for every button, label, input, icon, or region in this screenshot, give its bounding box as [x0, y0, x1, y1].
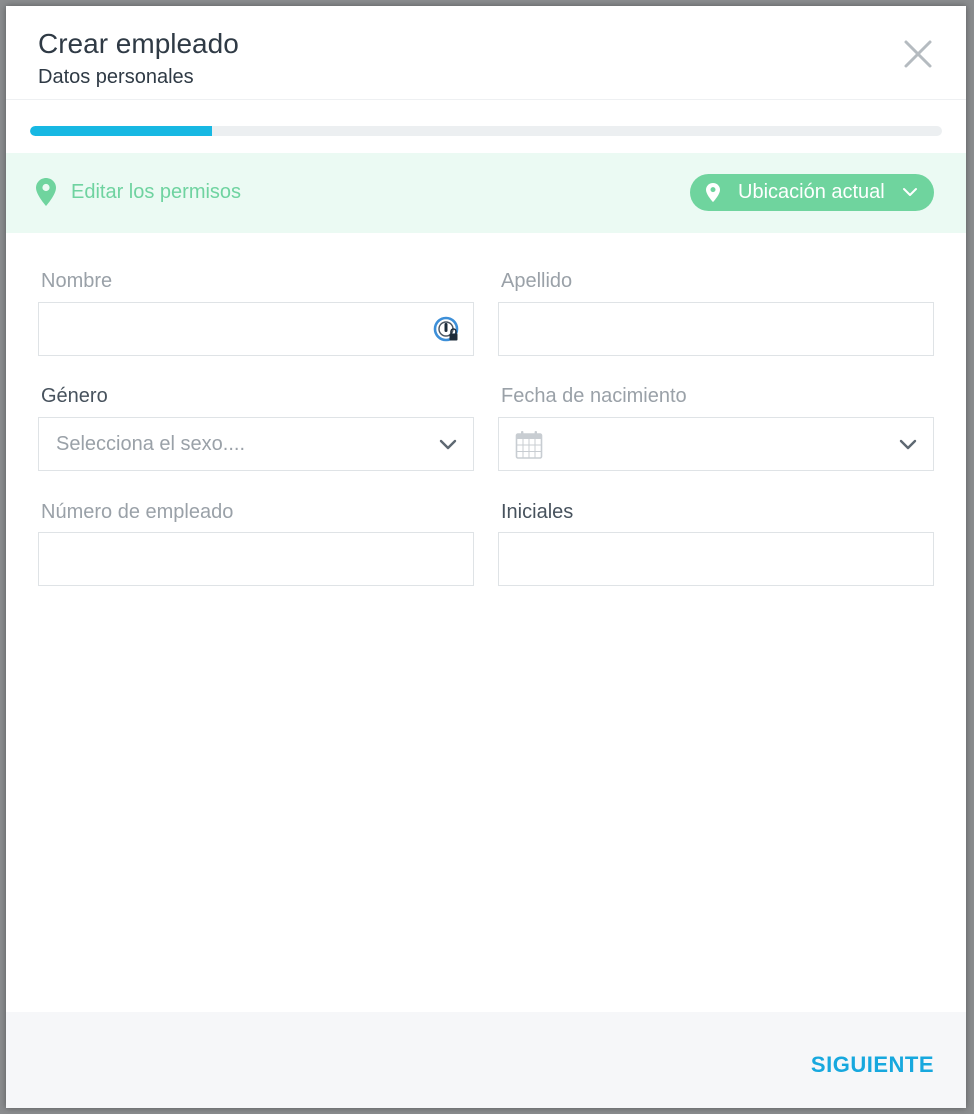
modal-footer: SIGUIENTE — [6, 1012, 966, 1108]
location-dropdown-label: Ubicación actual — [738, 181, 885, 203]
chevron-down-icon — [899, 439, 917, 450]
map-pin-icon — [36, 178, 56, 206]
employee-number-label: Número de empleado — [41, 501, 234, 523]
last-name-input[interactable] — [498, 302, 934, 356]
modal-header: Crear empleado Datos personales — [6, 6, 966, 100]
progress-bar — [30, 126, 942, 136]
map-pin-icon — [706, 183, 720, 202]
gender-label: Género — [41, 385, 108, 407]
initials-input[interactable] — [498, 532, 934, 586]
last-name-label: Apellido — [501, 270, 573, 292]
first-name-input[interactable] — [38, 302, 474, 356]
progress-fill — [30, 126, 213, 136]
location-dropdown[interactable]: Ubicación actual — [690, 174, 934, 211]
employee-number-input[interactable] — [38, 532, 474, 586]
password-manager-icon[interactable] — [433, 316, 461, 344]
gender-select-placeholder: Selecciona el sexo.... — [56, 433, 245, 455]
close-button[interactable] — [902, 38, 934, 70]
birth-date-picker[interactable] — [498, 417, 934, 471]
edit-permissions-link[interactable]: Editar los permisos — [71, 181, 241, 204]
gender-select[interactable]: Selecciona el sexo.... — [38, 417, 474, 471]
chevron-down-icon — [439, 439, 457, 450]
birth-date-label: Fecha de nacimiento — [501, 385, 687, 407]
chevron-down-icon — [903, 188, 917, 196]
initials-label: Iniciales — [501, 501, 574, 523]
close-icon — [904, 40, 932, 68]
location-bar: Editar los permisos Ubicación actual — [6, 153, 966, 233]
next-button[interactable]: SIGUIENTE — [811, 1052, 934, 1078]
calendar-icon — [515, 431, 543, 459]
modal-subtitle: Datos personales — [38, 66, 194, 88]
first-name-label: Nombre — [41, 270, 113, 292]
create-employee-modal: Crear empleado Datos personales Editar l… — [6, 6, 966, 1108]
modal-title: Crear empleado — [38, 28, 239, 59]
